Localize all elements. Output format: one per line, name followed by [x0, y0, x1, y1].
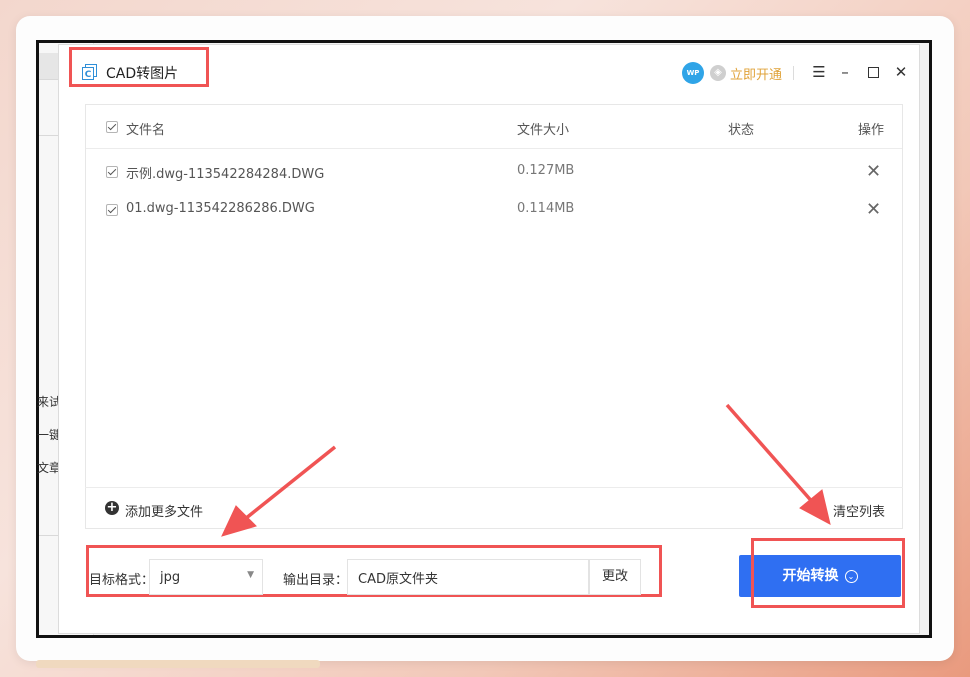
file-size: 0.114MB [517, 201, 575, 216]
title-separator [793, 66, 794, 80]
add-more-files-button[interactable]: 添加更多文件 [125, 501, 203, 520]
table-row: 示例.dwg-113542284284.DWG 0.127MB ✕ [86, 153, 902, 191]
select-all-checkbox[interactable] [106, 121, 118, 133]
format-label: 目标格式： [89, 573, 155, 588]
decorative-bar [36, 660, 320, 668]
app-title: CAD转图片 [106, 66, 179, 82]
file-name: 示例.dwg-113542284284.DWG [126, 167, 325, 182]
output-dir-label: 输出目录： [283, 573, 349, 588]
header-status: 状态 [728, 123, 755, 138]
clear-list-button[interactable]: 清空列表 [833, 501, 885, 520]
cad-converter-window: C CAD转图片 WP ◈ 立即开通 ☰ – ✕ 文件名 文件大小 状态 操作 … [58, 44, 920, 634]
start-highlight-box [751, 538, 905, 608]
file-list-header: 文件名 文件大小 状态 操作 [86, 105, 902, 149]
remove-file-icon[interactable]: ✕ [866, 201, 881, 219]
table-row: 01.dwg-113542286286.DWG 0.114MB ✕ [86, 191, 902, 229]
header-filename: 文件名 [126, 123, 166, 138]
output-dir-input[interactable] [347, 559, 589, 595]
vip-activate-link[interactable]: 立即开通 [730, 64, 782, 83]
menu-icon[interactable]: ☰ [809, 61, 829, 83]
chevron-down-icon: ▼ [247, 570, 254, 580]
format-value: jpg [160, 570, 181, 585]
row-checkbox[interactable] [106, 204, 118, 216]
file-name: 01.dwg-113542286286.DWG [126, 201, 315, 216]
header-filesize: 文件大小 [517, 123, 570, 138]
user-avatar[interactable]: WP [682, 62, 704, 84]
svg-text:C: C [85, 70, 92, 80]
minimize-icon[interactable]: – [835, 61, 855, 83]
change-dir-button[interactable]: 更改 [589, 559, 641, 595]
cad-app-icon: C [82, 64, 97, 80]
remove-file-icon[interactable]: ✕ [866, 163, 881, 181]
header-action: 操作 [858, 123, 885, 138]
row-checkbox[interactable] [106, 166, 118, 178]
add-icon[interactable]: + [105, 501, 119, 515]
vip-icon: ◈ [710, 65, 726, 81]
maximize-icon[interactable] [863, 61, 883, 83]
file-size: 0.127MB [517, 163, 575, 178]
format-select[interactable]: jpg ▼ [149, 559, 263, 595]
close-icon[interactable]: ✕ [891, 61, 911, 83]
file-list: 文件名 文件大小 状态 操作 示例.dwg-113542284284.DWG 0… [85, 104, 903, 529]
file-list-footer: + 添加更多文件 清空列表 [85, 487, 903, 529]
